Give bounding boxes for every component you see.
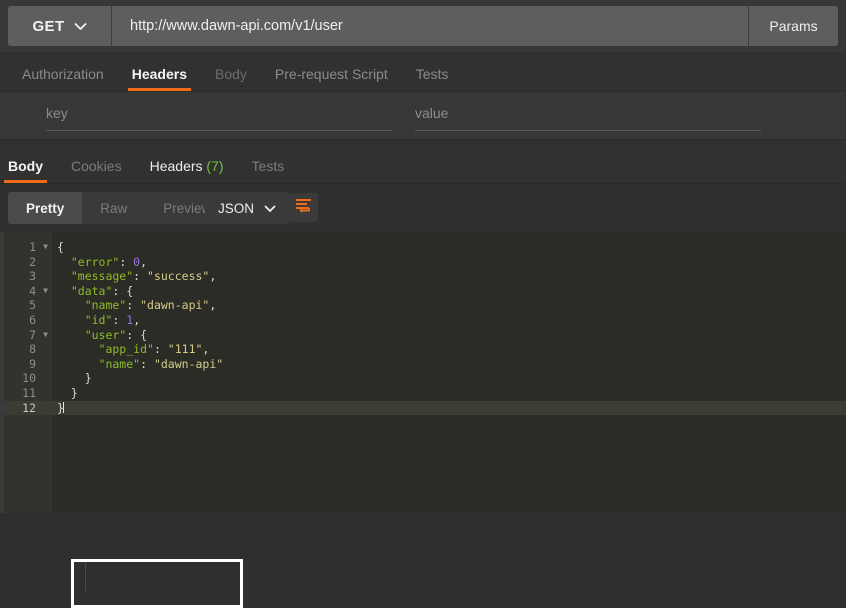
code-token: "dawn-api" [140, 298, 210, 313]
chevron-down-icon [73, 17, 87, 35]
code-token: , [140, 254, 148, 269]
response-tab-body[interactable]: Body [0, 159, 57, 183]
url-text: http://www.dawn-api.com/v1/user [130, 18, 343, 34]
header-key-placeholder: key [46, 105, 68, 121]
line-number: 12 [4, 400, 52, 416]
line-number: 11 [22, 386, 36, 400]
header-value-input[interactable]: value [415, 105, 761, 131]
params-label: Params [769, 18, 818, 34]
request-bar: GET http://www.dawn-api.com/v1/user Para… [0, 0, 846, 52]
code-token: "success" [147, 269, 210, 284]
http-method-label: GET [32, 17, 65, 35]
code-token: , [209, 269, 217, 284]
code-token: : [119, 254, 134, 269]
chevron-down-icon [264, 199, 276, 217]
header-key-input[interactable]: key [46, 105, 392, 131]
line-number: 5 [29, 298, 36, 313]
code-token: : [133, 269, 148, 284]
line-number: 8 [29, 342, 36, 357]
request-url-group: GET http://www.dawn-api.com/v1/user Para… [8, 6, 838, 46]
code-token: "name" [57, 298, 127, 313]
line-number: 3 [29, 269, 36, 284]
code-line: "data": { [52, 284, 846, 299]
response-tab-cookies[interactable]: Cookies [57, 159, 136, 183]
code-line: "name": "dawn-api", [52, 298, 846, 313]
code-line: } [52, 386, 846, 401]
code-token: "app_id" [57, 342, 154, 357]
code-line: { [52, 240, 846, 255]
code-token: } [57, 371, 92, 386]
line-number: 4 ▼ [29, 283, 48, 299]
tab-authorization[interactable]: Authorization [8, 67, 118, 91]
code-token: : { [112, 283, 134, 298]
indent-guide [85, 559, 86, 591]
code-token: "data" [57, 283, 113, 298]
tab-body[interactable]: Body [201, 67, 261, 91]
code-line: "error": 0, [52, 255, 846, 270]
fold-arrow-icon[interactable]: ▼ [43, 240, 48, 255]
view-mode-segmented-control: Pretty Raw Preview [8, 192, 230, 224]
editor-line-number-gutter: 1 ▼ 2 3 4 ▼ 5 6 7 ▼ 8 9 10 11 12 [4, 232, 52, 513]
line-number: 1 ▼ [29, 240, 48, 255]
line-number: 2 [29, 254, 36, 269]
code-line: "name": "dawn-api" [52, 357, 846, 372]
tab-tests[interactable]: Tests [402, 67, 463, 91]
code-line: "app_id": "111", [52, 342, 846, 357]
response-headers-count: (7) [206, 158, 224, 174]
code-token: : [126, 298, 141, 313]
line-number: 10 [22, 371, 36, 386]
code-token: , [133, 313, 141, 327]
code-token: "111" [167, 342, 203, 357]
response-tab-tests[interactable]: Tests [238, 159, 299, 183]
code-token: "dawn-api" [153, 356, 224, 371]
line-number: 6 [29, 313, 36, 327]
response-tab-headers[interactable]: Headers (7) [136, 159, 238, 183]
view-mode-pretty[interactable]: Pretty [8, 192, 83, 224]
fold-arrow-icon[interactable]: ▼ [43, 328, 48, 343]
user-object-highlight [71, 559, 243, 608]
code-line: } [52, 400, 846, 416]
response-body-editor[interactable]: 1 ▼ 2 3 4 ▼ 5 6 7 ▼ 8 9 10 11 12 { "error": 0, "messag… [0, 232, 846, 608]
code-token: , [209, 298, 217, 313]
line-number: 9 [29, 356, 36, 371]
url-input[interactable]: http://www.dawn-api.com/v1/user [112, 6, 748, 46]
http-method-dropdown[interactable]: GET [8, 6, 112, 46]
text-cursor [62, 401, 64, 413]
header-key-value-row: key value [0, 92, 846, 140]
response-tabs: Body Cookies Headers (7) Tests [0, 141, 846, 184]
params-button[interactable]: Params [748, 6, 838, 46]
code-token: { [57, 240, 64, 254]
code-token: , [202, 342, 210, 357]
response-tab-headers-label: Headers [149, 158, 203, 174]
response-format-dropdown[interactable]: JSON [205, 192, 290, 224]
code-token: : { [126, 327, 148, 342]
word-wrap-icon [295, 198, 313, 218]
tab-headers[interactable]: Headers [118, 67, 201, 91]
response-format-label: JSON [218, 200, 255, 216]
code-token: "id" [57, 313, 113, 327]
view-mode-raw[interactable]: Raw [82, 192, 145, 224]
word-wrap-toggle[interactable] [289, 193, 318, 222]
code-line: "id": 1, [52, 313, 846, 328]
code-token: "message" [57, 269, 134, 284]
code-token: "error" [57, 254, 120, 269]
editor-code-area[interactable]: { "error": 0, "message": "success", "dat… [52, 232, 846, 591]
code-token: : [112, 313, 127, 327]
code-token: } [57, 386, 78, 400]
request-tabs: Authorization Headers Body Pre-request S… [0, 52, 846, 92]
code-line: "message": "success", [52, 269, 846, 284]
code-line: } [52, 371, 846, 386]
code-line: "user": { [52, 328, 846, 343]
code-token: "user" [57, 327, 127, 342]
code-token: "name" [57, 356, 141, 371]
code-token: : [153, 342, 168, 357]
tab-pre-request-script[interactable]: Pre-request Script [261, 67, 402, 91]
fold-arrow-icon[interactable]: ▼ [43, 284, 48, 299]
header-value-placeholder: value [415, 105, 449, 121]
response-body-toolbar: Pretty Raw Preview JSON [0, 184, 846, 232]
line-number: 7 ▼ [29, 327, 48, 343]
code-token: : [140, 356, 154, 371]
